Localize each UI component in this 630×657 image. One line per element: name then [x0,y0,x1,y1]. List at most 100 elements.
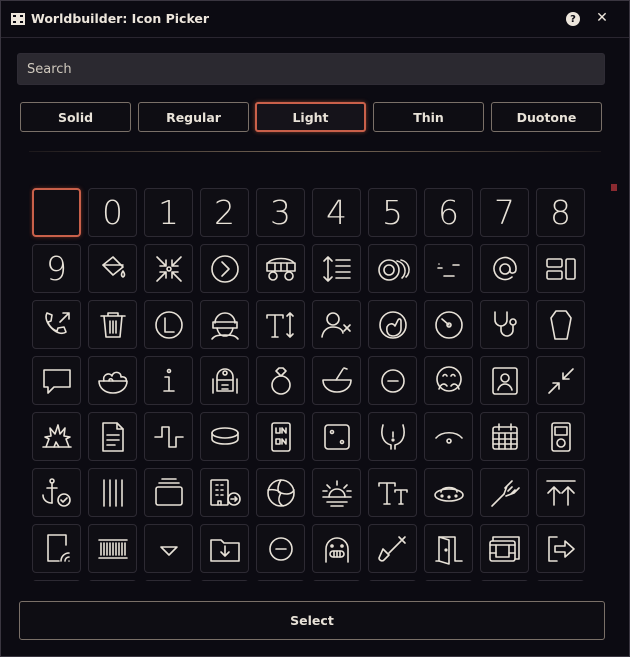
dice-two-icon[interactable] [312,412,361,461]
shovel-icon [377,535,406,562]
compress-icon[interactable] [144,244,193,293]
ufo-icon[interactable] [424,468,473,517]
arrows-up-line-icon[interactable] [536,468,585,517]
gauge-icon [434,310,463,339]
ring-icon[interactable] [200,412,249,461]
volleyball-icon[interactable] [256,468,305,517]
calendar-days-icon[interactable] [480,412,529,461]
robot-astromech-icon[interactable] [200,356,249,405]
circle-l-icon [154,310,183,339]
blank-icon-cell[interactable] [200,580,249,581]
explosion-icon[interactable] [32,412,81,461]
blank-icon-cell[interactable] [32,580,81,581]
rectangle-history-icon[interactable] [144,468,193,517]
coffin-icon[interactable] [536,300,585,349]
uno-card-icon[interactable] [256,412,305,461]
info-icon[interactable] [144,356,193,405]
circle-chevron-right-icon[interactable] [200,244,249,293]
tab-duotone[interactable]: Duotone [491,102,602,132]
lines-vertical-icon[interactable] [88,468,137,517]
digit-8-icon[interactable]: 8 [536,188,585,237]
circle-l-icon[interactable] [144,300,193,349]
door-open-icon[interactable] [424,524,473,573]
bowl-salad-icon[interactable] [88,356,137,405]
text-serif-icon[interactable] [368,468,417,517]
gauge-icon[interactable] [424,300,473,349]
blank-icon-cell[interactable] [32,188,81,237]
blank-icon-cell[interactable] [88,580,137,581]
blank-icon-cell[interactable] [480,580,529,581]
barcode-icon[interactable] [88,524,137,573]
building-arrow-icon[interactable] [200,468,249,517]
bowl-spoon-icon[interactable] [312,356,361,405]
coins-icon[interactable] [368,244,417,293]
tab-regular[interactable]: Regular [138,102,249,132]
arrows-minimize-icon [547,367,574,394]
stethoscope-icon[interactable] [480,300,529,349]
face-hand-icon[interactable] [368,300,417,349]
digit-5-icon[interactable]: 5 [368,188,417,237]
digit-3-icon[interactable]: 3 [256,188,305,237]
text-size-icon[interactable] [256,300,305,349]
select-button[interactable]: Select [19,601,605,640]
user-xmark-icon[interactable] [312,300,361,349]
at-icon[interactable] [480,244,529,293]
blank-icon-cell[interactable] [144,580,193,581]
close-icon[interactable]: ✕ [594,10,610,26]
digit-0-icon[interactable]: 0 [88,188,137,237]
face-hug-icon[interactable] [424,356,473,405]
bladder-icon[interactable] [368,412,417,461]
mobile-signal-icon[interactable] [32,524,81,573]
film-simple-icon[interactable] [480,524,529,573]
line-height-icon[interactable] [312,244,361,293]
compress-icon [155,255,182,282]
blank-icon-cell[interactable] [312,580,361,581]
face-unamused-icon[interactable] [424,244,473,293]
fork-icon[interactable] [480,468,529,517]
circle-minus-icon[interactable] [368,356,417,405]
portrait-icon[interactable] [480,356,529,405]
digit-glyph: 4 [326,193,347,232]
file-lines-icon[interactable] [88,412,137,461]
face-grimace-icon[interactable] [312,524,361,573]
search-input[interactable] [17,53,605,85]
ipod-icon[interactable] [536,412,585,461]
digit-4-icon[interactable]: 4 [312,188,361,237]
wagon-icon[interactable] [256,244,305,293]
blank-icon-cell[interactable] [424,580,473,581]
help-icon[interactable]: ? [566,12,580,26]
blank-icon-cell[interactable] [368,580,417,581]
digit-9-icon[interactable]: 9 [32,244,81,293]
trash-can-icon[interactable] [88,300,137,349]
digit-glyph: 9 [46,249,67,288]
digit-2-icon[interactable]: 2 [200,188,249,237]
eye-closed-icon[interactable] [424,412,473,461]
wave-square-icon[interactable] [144,412,193,461]
ring-diamond-icon[interactable] [256,356,305,405]
user-visor-icon[interactable] [200,300,249,349]
sunset-icon[interactable] [312,468,361,517]
digit-7-icon[interactable]: 7 [480,188,529,237]
at-icon [492,256,517,280]
message-icon[interactable] [32,356,81,405]
blank-icon-cell[interactable] [536,580,585,581]
shovel-icon[interactable] [368,524,417,573]
digit-6-icon[interactable]: 6 [424,188,473,237]
scrollbar-thumb[interactable] [611,184,617,191]
digit-1-icon[interactable]: 1 [144,188,193,237]
phone-arrow-icon[interactable] [32,300,81,349]
fill-drip-icon[interactable] [88,244,137,293]
digit-glyph: 7 [494,193,515,232]
circle-minus-icon[interactable] [256,524,305,573]
folder-download-icon[interactable] [200,524,249,573]
anchor-circle-check-icon[interactable] [32,468,81,517]
objects-align-icon[interactable] [536,244,585,293]
tab-thin[interactable]: Thin [373,102,484,132]
eye-closed-icon [434,431,463,444]
arrows-minimize-icon[interactable] [536,356,585,405]
tab-light[interactable]: Light [255,102,366,132]
arrow-right-from-bracket-icon[interactable] [536,524,585,573]
blank-icon-cell[interactable] [256,580,305,581]
tab-solid[interactable]: Solid [20,102,131,132]
caret-down-icon[interactable] [144,524,193,573]
